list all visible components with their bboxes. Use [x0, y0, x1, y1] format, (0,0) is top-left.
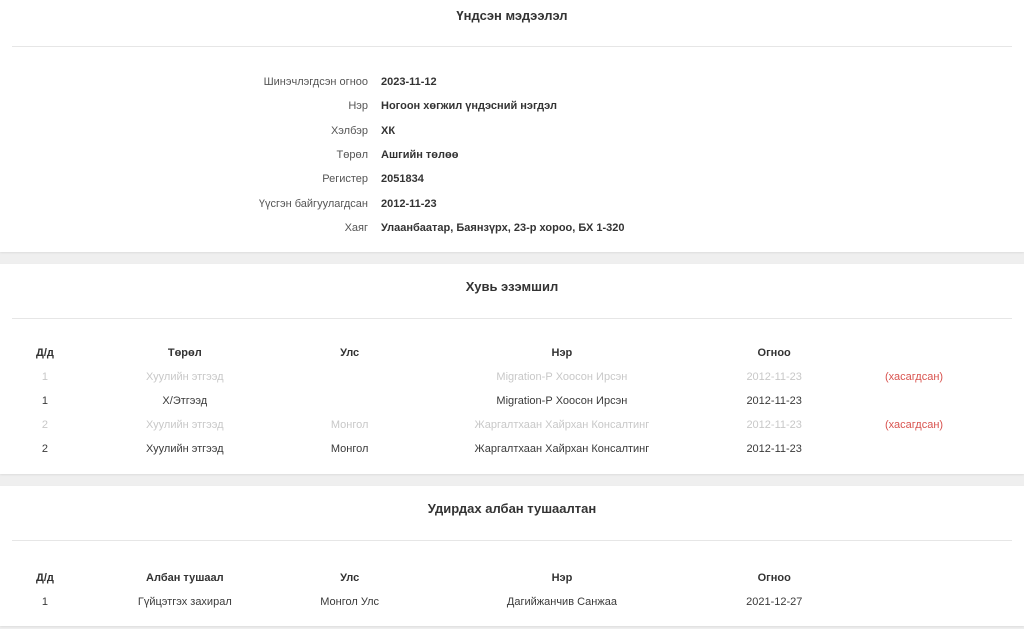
info-value: Ашгийн төлөө	[381, 149, 459, 162]
info-row-register: Регистер 2051834	[0, 167, 1024, 191]
cell-name: Migration-Р Хоосон Ирсэн	[496, 371, 628, 383]
removed-status-badge: (хасагдсан)	[885, 419, 944, 431]
col-header-country: Улс	[340, 572, 360, 584]
ownership-table: Д/д Төрөл Улс Нэр Огноо 1 Хуулийн этгээд…	[20, 341, 1004, 461]
cell-index: 2	[41, 419, 49, 431]
col-header-name: Нэр	[551, 572, 573, 584]
table-row: 1 Хуулийн этгээд Migration-Р Хоосон Ирсэ…	[20, 365, 1004, 389]
cell-status	[824, 389, 1004, 413]
info-label: Үүсгэн байгуулагдсан	[258, 197, 368, 210]
cell-index: 2	[41, 443, 49, 455]
info-label: Шинэчлэгдсэн огноо	[263, 76, 368, 89]
table-header-row: Д/д Төрөл Улс Нэр Огноо	[20, 341, 1004, 365]
info-label: Хэлбэр	[330, 124, 368, 137]
info-row-address: Хаяг Улаанбаатар, Баянзүрх, 23-р хороо, …	[0, 216, 1024, 240]
cell-date: 2012-11-23	[746, 371, 802, 383]
cell-date: 2021-12-27	[746, 596, 803, 608]
cell-country	[300, 365, 400, 389]
info-value: 2012-11-23	[381, 197, 437, 210]
info-label: Төрөл	[336, 149, 369, 162]
info-row-founded: Үүсгэн байгуулагдсан 2012-11-23	[0, 191, 1024, 215]
basic-info-title: Үндсэн мэдээлэл	[456, 8, 568, 23]
cell-type: Х/Этгээд	[162, 395, 208, 407]
info-value: 2051834	[381, 173, 424, 186]
info-label: Нэр	[348, 100, 368, 113]
col-header-index: Д/д	[36, 572, 54, 584]
info-label: Регистер	[322, 173, 368, 186]
col-header-index: Д/д	[36, 347, 54, 359]
info-value: ХК	[381, 124, 396, 137]
info-row-form: Хэлбэр ХК	[0, 119, 1024, 143]
table-row: 1 Гүйцэтгэх захирал Монгол Улс Дагийжанч…	[20, 590, 1004, 614]
table-row: 2 Хуулийн этгээд Монгол Жаргалтхаан Хайр…	[20, 437, 1004, 461]
cell-country: Монгол Улс	[320, 596, 380, 608]
divider	[12, 540, 1012, 541]
info-value: Улаанбаатар, Баянзүрх, 23-р хороо, БХ 1-…	[381, 221, 625, 234]
col-header-position: Албан тушаал	[146, 572, 224, 584]
col-header-date: Огноо	[757, 347, 791, 359]
basic-info-list: Шинэчлэгдсэн огноо 2023-11-12 Нэр Ногоон…	[0, 70, 1024, 240]
info-label: Хаяг	[344, 221, 368, 234]
officials-card: Удирдах албан тушаалтан Д/д Албан тушаал…	[0, 486, 1024, 626]
cell-index: 1	[41, 596, 49, 608]
cell-name: Дагийжанчив Санжаа	[506, 596, 617, 608]
cell-status	[824, 590, 1004, 614]
cell-index: 1	[41, 395, 49, 407]
cell-name: Migration-Р Хоосон Ирсэн	[496, 395, 628, 407]
col-header-country: Улс	[340, 347, 360, 359]
cell-type: Хуулийн этгээд	[146, 371, 224, 383]
cell-type: Хуулийн этгээд	[146, 443, 224, 455]
col-header-status	[824, 566, 1004, 590]
cell-date: 2012-11-23	[746, 419, 802, 431]
info-row-updated-date: Шинэчлэгдсэн огноо 2023-11-12	[0, 70, 1024, 94]
ownership-card: Хувь эзэмшил Д/д Төрөл Улс Нэр Огноо 1 Х…	[0, 264, 1024, 474]
removed-status-badge: (хасагдсан)	[885, 371, 944, 383]
col-header-name: Нэр	[551, 347, 573, 359]
col-header-status	[824, 341, 1004, 365]
cell-status	[824, 437, 1004, 461]
cell-country: Монгол	[330, 419, 369, 431]
divider	[12, 318, 1012, 319]
cell-name: Жаргалтхаан Хайрхан Консалтинг	[474, 419, 650, 431]
col-header-date: Огноо	[757, 572, 791, 584]
cell-country: Монгол	[330, 443, 369, 455]
cell-date: 2012-11-23	[746, 395, 802, 407]
col-header-type: Төрөл	[167, 347, 202, 359]
cell-index: 1	[41, 371, 49, 383]
cell-date: 2012-11-23	[746, 443, 802, 455]
divider	[12, 46, 1012, 47]
basic-info-card: Үндсэн мэдээлэл Шинэчлэгдсэн огноо 2023-…	[0, 0, 1024, 252]
info-value: Ногоон хөгжил үндэсний нэгдэл	[381, 100, 557, 113]
officials-title: Удирдах албан тушаалтан	[427, 501, 597, 516]
info-value: 2023-11-12	[381, 76, 437, 89]
info-row-type: Төрөл Ашгийн төлөө	[0, 143, 1024, 167]
ownership-title: Хувь эзэмшил	[465, 279, 559, 294]
officials-table: Д/д Албан тушаал Улс Нэр Огноо 1 Гүйцэтг…	[20, 566, 1004, 614]
cell-position: Гүйцэтгэх захирал	[137, 596, 232, 608]
cell-type: Хуулийн этгээд	[146, 419, 224, 431]
table-header-row: Д/д Албан тушаал Улс Нэр Огноо	[20, 566, 1004, 590]
info-row-name: Нэр Ногоон хөгжил үндэсний нэгдэл	[0, 94, 1024, 118]
table-row: 2 Хуулийн этгээд Монгол Жаргалтхаан Хайр…	[20, 413, 1004, 437]
cell-name: Жаргалтхаан Хайрхан Консалтинг	[474, 443, 650, 455]
table-row: 1 Х/Этгээд Migration-Р Хоосон Ирсэн 2012…	[20, 389, 1004, 413]
cell-country	[300, 389, 400, 413]
